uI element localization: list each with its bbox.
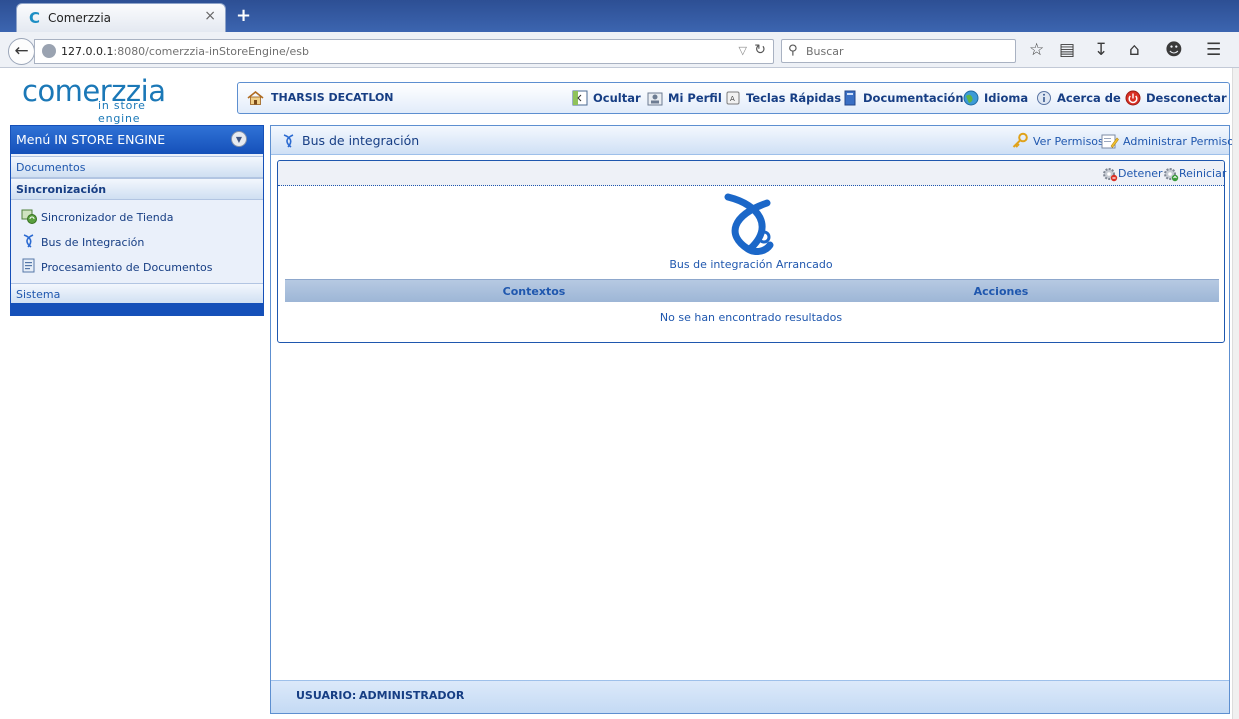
search-icon: ⚲ [788, 43, 798, 58]
url-path: :8080/comerzzia-inStoreEngine/esb [113, 45, 309, 58]
integration-bus-icon [283, 134, 294, 148]
menu-teclas-rapidas-label: Teclas Rápidas [746, 91, 842, 105]
collapse-toggle-icon[interactable]: ▼ [231, 131, 247, 147]
sidebar-footer [11, 303, 263, 315]
hide-window-icon [572, 90, 588, 106]
user-label: USUARIO: [296, 689, 357, 702]
page-title: Bus de integración [302, 133, 420, 148]
panel-header: Bus de integración Ver Permisos Administ… [271, 126, 1239, 155]
company-home-icon[interactable] [247, 91, 264, 105]
store-sync-icon [21, 209, 37, 224]
tab-title: Comerzzia [48, 11, 112, 25]
logo-tagline: in store engine [98, 99, 146, 125]
chat-icon[interactable]: ☻ [1165, 40, 1183, 60]
globe-icon [42, 44, 56, 58]
browser-tab-strip: C Comerzzia × + [0, 0, 1239, 32]
reload-icon[interactable]: ↻ [754, 42, 766, 58]
url-dropdown-icon[interactable]: ▽ [739, 44, 747, 57]
key-icon [1012, 132, 1028, 148]
reading-list-icon[interactable]: ▤ [1059, 40, 1075, 60]
menu-documentacion-label: Documentación [863, 91, 964, 105]
sidebar-section-label: Sistema [16, 288, 61, 301]
url-host: 127.0.0.1 [61, 45, 114, 58]
sidebar-title: Menú IN STORE ENGINE [16, 132, 166, 147]
sidebar-section-documentos[interactable]: Documentos [11, 156, 263, 178]
column-header-acciones[interactable]: Acciones [783, 285, 1219, 298]
edit-permissions-icon [1101, 134, 1119, 149]
info-icon [1037, 91, 1051, 105]
browser-navigation-bar: ← 127.0.0.1:8080/comerzzia-inStoreEngine… [0, 32, 1239, 68]
language-globe-icon [963, 90, 979, 106]
home-icon[interactable]: ⌂ [1129, 40, 1140, 60]
sidebar-item-label: Sincronizador de Tienda [41, 211, 174, 224]
detener-label: Detener [1118, 167, 1163, 180]
profile-icon [647, 92, 663, 106]
empty-results-message: No se han encontrado resultados [659, 311, 843, 324]
sidebar-section-sincronizacion[interactable]: Sincronización [11, 178, 263, 200]
bus-status-text: Bus de integración Arrancado [669, 258, 833, 271]
comerzzia-logo: comerzzia in store engine [22, 74, 192, 125]
menu-desconectar-label: Desconectar [1146, 91, 1227, 105]
menu-ocultar-label: Ocultar [593, 91, 641, 105]
bookmark-star-icon[interactable]: ☆ [1029, 40, 1044, 60]
menu-idioma-label: Idioma [984, 91, 1029, 105]
svg-text:A: A [730, 95, 735, 103]
sidebar-menu: Menú IN STORE ENGINE ▼ Documentos Sincro… [10, 125, 264, 316]
close-tab-icon[interactable]: × [204, 8, 216, 24]
hamburger-menu-icon[interactable]: ☰ [1206, 40, 1221, 60]
menu-mi-perfil-label: Mi Perfil [668, 91, 722, 105]
sidebar-section-label: Documentos [16, 161, 86, 174]
column-header-contextos[interactable]: Contextos [285, 285, 783, 298]
download-icon[interactable]: ↧ [1094, 40, 1108, 60]
stop-gear-icon [1103, 168, 1118, 182]
comerzzia-favicon-icon: C [29, 9, 41, 27]
contexts-table-header: Contextos Acciones [285, 279, 1219, 302]
back-arrow-icon[interactable]: ← [8, 38, 35, 65]
main-panel: Bus de integración Ver Permisos Administ… [270, 125, 1239, 714]
document-processing-icon [22, 258, 35, 273]
reiniciar-label: Reiniciar [1179, 167, 1227, 180]
url-text[interactable]: 127.0.0.1:8080/comerzzia-inStoreEngine/e… [61, 45, 309, 58]
page-scrollbar[interactable] [1232, 68, 1239, 719]
user-name: ADMINISTRADOR [359, 689, 465, 702]
integration-bus-icon [23, 234, 34, 248]
browser-tab[interactable]: C Comerzzia × [16, 3, 226, 32]
search-placeholder: Buscar [806, 45, 844, 58]
url-bar[interactable]: 127.0.0.1:8080/comerzzia-inStoreEngine/e… [34, 39, 774, 64]
sidebar-item-label: Procesamiento de Documentos [41, 261, 213, 274]
new-tab-icon[interactable]: + [236, 5, 251, 26]
browser-search-input[interactable]: ⚲ Buscar [781, 39, 1016, 63]
sidebar-item-label: Bus de Integración [41, 236, 145, 249]
company-name[interactable]: THARSIS DECATLON [271, 91, 394, 104]
menu-acerca-de-label: Acerca de [1057, 91, 1121, 105]
top-menu-bar: THARSIS DECATLON Ocultar Mi Perfil A Tec… [237, 82, 1230, 114]
bus-actions-toolbar: Detener Reiniciar [278, 161, 1227, 186]
integration-bus-logo-icon [724, 193, 774, 255]
administrar-permisos-label: Administrar Permisos [1123, 135, 1239, 148]
bus-status-box: Detener Reiniciar Bus de integración Arr… [277, 160, 1227, 343]
book-icon [844, 90, 856, 106]
keyboard-key-icon: A [726, 91, 740, 105]
restart-gear-icon [1164, 168, 1179, 182]
panel-footer: USUARIO: ADMINISTRADOR [271, 680, 1229, 713]
power-icon [1125, 90, 1141, 106]
ver-permisos-label: Ver Permisos [1033, 135, 1104, 148]
sidebar-section-sistema[interactable]: Sistema [11, 283, 263, 305]
sidebar-header: Menú IN STORE ENGINE ▼ [11, 126, 263, 154]
sidebar-section-label: Sincronización [16, 183, 107, 196]
